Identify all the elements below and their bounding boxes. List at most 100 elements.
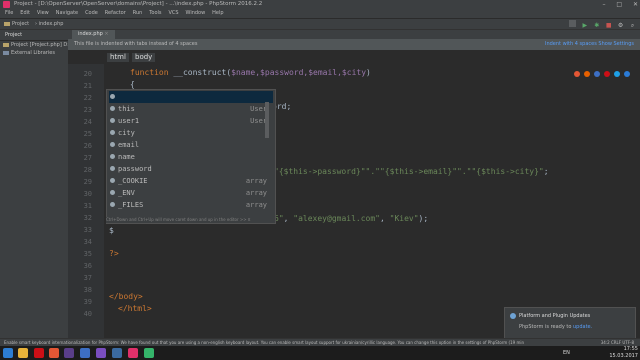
maximize-icon[interactable]: □: [616, 1, 622, 8]
completion-item[interactable]: this User: [109, 103, 273, 115]
language-indicator[interactable]: EN: [563, 350, 570, 356]
chrome-icon[interactable]: [574, 71, 581, 77]
line-number: 27: [83, 154, 92, 162]
viber-icon[interactable]: [64, 348, 74, 358]
chrome-icon[interactable]: [49, 348, 59, 358]
completion-item[interactable]: _COOKIE array: [109, 175, 273, 187]
tag-breadcrumb: html body: [68, 50, 640, 65]
menu-refactor[interactable]: Refactor: [105, 9, 126, 18]
debug-icon[interactable]: ✱: [593, 22, 600, 29]
clock[interactable]: 17:55 15.03.2017: [609, 346, 638, 360]
notification-body: PhpStorm is ready to: [519, 324, 573, 330]
code-line-concat: "{$this->password}"".""{$this->email}"".…: [274, 167, 549, 176]
tab-index-php[interactable]: index.php ×: [72, 30, 115, 39]
folder-icon: [3, 42, 9, 47]
close-icon[interactable]: ✕: [633, 1, 638, 8]
opera-icon[interactable]: [604, 71, 611, 77]
line-number: 21: [83, 82, 92, 90]
completion-item[interactable]: user1 User: [109, 115, 273, 127]
keyword-function: function: [130, 68, 169, 77]
line-number: 28: [83, 166, 92, 174]
line-number: 29: [83, 178, 92, 186]
menu-view[interactable]: View: [37, 9, 49, 18]
close-icon[interactable]: ×: [104, 31, 108, 37]
settings-icon[interactable]: ⚙: [617, 22, 624, 29]
nav-project[interactable]: Project: [4, 19, 29, 29]
app-icon[interactable]: [144, 348, 154, 358]
minimize-icon[interactable]: –: [602, 1, 605, 8]
menu-help[interactable]: Help: [212, 9, 223, 18]
completion-name: _FILES: [118, 201, 144, 209]
completion-name: _ENV: [118, 189, 135, 197]
nav-file[interactable]: › index.php: [35, 19, 63, 29]
completion-scrollbar[interactable]: [265, 102, 269, 138]
code-line-php-close: ?>: [109, 249, 119, 258]
menu-run[interactable]: Run: [133, 9, 143, 18]
menu-tools[interactable]: Tools: [149, 9, 161, 18]
line-number: 38: [83, 286, 92, 294]
menu-edit[interactable]: Edit: [20, 9, 30, 18]
completion-item[interactable]: _ENV array: [109, 187, 273, 199]
code-token: ): [366, 68, 371, 77]
folder-icon: [4, 21, 10, 26]
tree-item-label: External Libraries: [11, 50, 55, 56]
opera-icon[interactable]: [34, 348, 44, 358]
crumb-html[interactable]: html: [107, 53, 129, 62]
completion-item[interactable]: name: [109, 151, 273, 163]
menu-file[interactable]: File: [5, 9, 13, 18]
crumb-body[interactable]: body: [132, 53, 156, 62]
edge-icon[interactable]: [624, 71, 630, 77]
line-number: 35: [83, 250, 92, 258]
menu-navigate[interactable]: Navigate: [56, 9, 78, 18]
code-token: ,: [283, 214, 294, 223]
indent-actions-link[interactable]: Indent with 4 spaces Show Settings: [545, 39, 634, 50]
completion-item[interactable]: city: [109, 127, 273, 139]
variable-icon: [110, 106, 115, 111]
phpstorm-logo-icon: [3, 1, 10, 8]
stop-icon[interactable]: ■: [605, 22, 612, 29]
code-token: );: [418, 214, 429, 223]
app-icon[interactable]: [96, 348, 106, 358]
tree-item-external-libraries[interactable]: External Libraries: [3, 49, 55, 57]
app-icon[interactable]: [80, 348, 90, 358]
search-icon[interactable]: ⌕: [629, 22, 636, 29]
menu-vcs[interactable]: VCS: [168, 9, 178, 18]
completion-popup: this User user1 User city email name passw…: [106, 89, 276, 224]
phpstorm-icon[interactable]: [128, 348, 138, 358]
menu-bar: File Edit View Navigate Code Refactor Ru…: [0, 9, 640, 19]
completion-name: password: [118, 165, 152, 173]
firefox-icon[interactable]: [584, 71, 591, 77]
line-number: 39: [83, 298, 92, 306]
code-line-brace: {: [130, 80, 135, 89]
ie-icon[interactable]: [614, 71, 621, 77]
project-tool-header[interactable]: Project: [0, 30, 68, 41]
line-number: 22: [83, 94, 92, 102]
run-config-icon[interactable]: [569, 20, 577, 27]
variable-icon: [110, 130, 115, 135]
update-link[interactable]: update.: [573, 324, 592, 330]
completion-item[interactable]: _FILES array: [109, 199, 273, 211]
completion-name: user1: [118, 117, 140, 125]
library-icon: [3, 50, 9, 55]
code-string: "{$this->email}": [379, 167, 458, 176]
line-number: 30: [83, 190, 92, 198]
completion-item[interactable]: email: [109, 139, 273, 151]
safari-icon[interactable]: [594, 71, 601, 77]
code-string: "Kiev": [389, 214, 419, 223]
line-number: 25: [83, 130, 92, 138]
code-line-body-close: </body>: [109, 292, 143, 301]
completion-name: name: [118, 153, 135, 161]
menu-code[interactable]: Code: [85, 9, 98, 18]
run-icon[interactable]: ▶: [581, 22, 588, 29]
completion-item[interactable]: password: [109, 163, 273, 175]
completion-item[interactable]: [109, 91, 273, 103]
menu-window[interactable]: Window: [185, 9, 205, 18]
start-icon[interactable]: [3, 348, 13, 358]
explorer-icon[interactable]: [18, 348, 28, 358]
info-message: This file is indented with tabs instead …: [74, 41, 198, 47]
variable-icon: [110, 142, 115, 147]
variable-icon: [110, 178, 115, 183]
app-icon[interactable]: [112, 348, 122, 358]
indent-info-bar: This file is indented with tabs instead …: [68, 39, 640, 50]
completion-name: _COOKIE: [118, 177, 148, 185]
